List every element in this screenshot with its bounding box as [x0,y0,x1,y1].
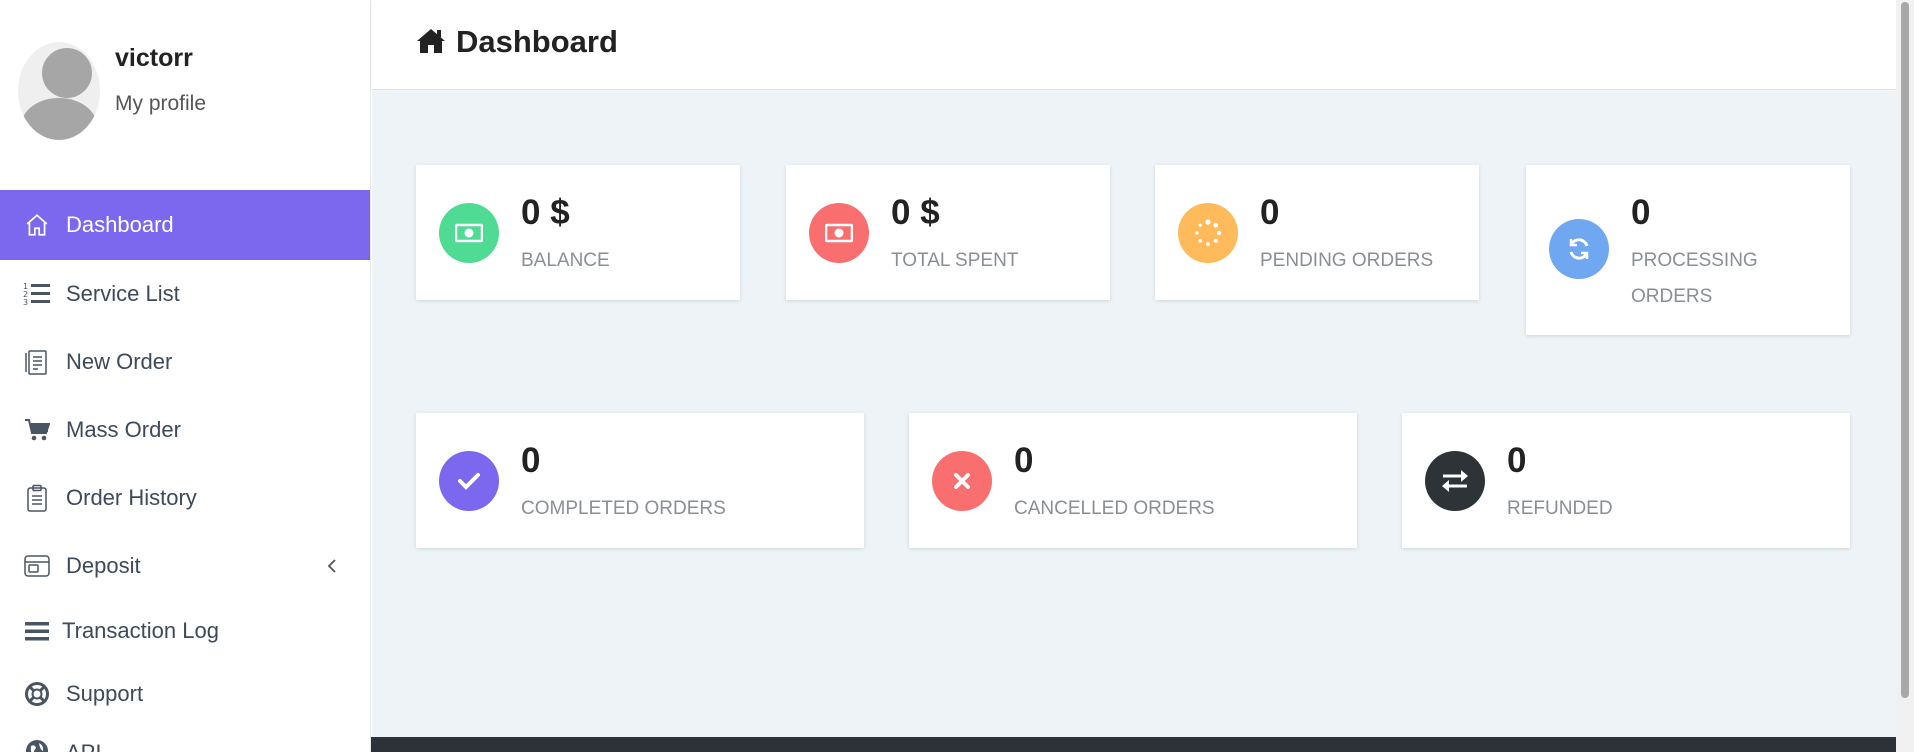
stat-value: 0 [1014,441,1034,480]
scrollbar-thumb[interactable] [1901,2,1909,698]
chevron-left-icon[interactable] [323,556,343,576]
sidebar-item-label: Order History [66,485,197,510]
refresh-icon [1549,219,1609,279]
sidebar-item-mass-order[interactable]: Mass Order [0,396,370,464]
sidebar: victorr My profile Dashboard 123 Service… [0,0,371,752]
stat-label: REFUNDED [1507,498,1613,519]
numbered-list-icon: 123 [22,279,52,309]
stat-card-balance: 0 $ BALANCE [416,165,740,300]
stat-card-pending-orders: 0 PENDING ORDERS [1155,165,1479,300]
avatar[interactable] [18,42,100,140]
page-scrollbar[interactable] [1896,0,1914,752]
lifebuoy-icon [22,679,52,709]
sidebar-item-label: Service List [66,281,180,306]
times-icon [932,451,992,511]
stat-value: 0 [1507,441,1527,480]
stat-value: 0 $ [521,193,570,232]
money-bill-icon [439,203,499,263]
sidebar-item-new-order[interactable]: New Order [0,328,370,396]
stat-value: 0 [1260,193,1280,232]
stat-label: PROCESSING ORDERS [1631,250,1758,307]
sidebar-item-order-history[interactable]: Order History [0,464,370,532]
sidebar-item-api[interactable]: API [0,726,370,752]
main-content: 0 $ BALANCE 0 $ TOTAL SPENT 0 PENDING OR… [372,91,1896,737]
stat-card-total-spent: 0 $ TOTAL SPENT [786,165,1110,300]
sidebar-item-label: Transaction Log [62,618,219,643]
sidebar-item-support[interactable]: Support [0,662,370,726]
sidebar-item-service-list[interactable]: 123 Service List [0,260,370,328]
stat-label: COMPLETED ORDERS [521,498,726,519]
check-icon [439,451,499,511]
stat-card-processing-orders: 0 PROCESSING ORDERS [1526,165,1850,335]
page-title-text: Dashboard [456,24,618,59]
money-bill-icon [809,203,869,263]
stat-value: 0 [521,441,541,480]
sidebar-item-label: API [66,740,101,752]
stat-label: BALANCE [521,250,610,271]
clipboard-icon [22,483,52,513]
sidebar-item-label: Dashboard [66,212,174,237]
svg-text:3: 3 [23,298,28,307]
page-header: Dashboard [372,0,1896,90]
stat-value: 0 $ [891,193,940,232]
stat-card-cancelled-orders: 0 CANCELLED ORDERS [909,413,1357,548]
sidebar-item-label: New Order [66,349,173,374]
stat-card-refunded: 0 REFUNDED [1402,413,1850,548]
cart-icon [22,415,52,445]
sidebar-item-dashboard[interactable]: Dashboard [0,190,370,260]
footer-bar [371,737,1896,752]
globe-icon [22,736,52,752]
sidebar-item-transaction-log[interactable]: Transaction Log [0,600,370,662]
sidebar-item-label: Deposit [66,553,141,578]
sidebar-item-label: Mass Order [66,417,181,442]
username: victorr [115,44,193,72]
sidebar-nav: Dashboard 123 Service List New Order Mas… [0,190,370,752]
profile-section: victorr My profile [0,0,370,190]
my-profile-link[interactable]: My profile [115,92,206,116]
exchange-icon [1425,451,1485,511]
home-outline-icon [22,210,52,240]
sidebar-item-label: Support [66,681,144,706]
page-title: Dashboard [416,24,618,60]
stat-label: CANCELLED ORDERS [1014,498,1215,519]
wallet-icon [22,551,52,581]
bars-icon [22,616,52,646]
home-icon [416,27,446,57]
stat-label: PENDING ORDERS [1260,250,1434,271]
stat-card-completed-orders: 0 COMPLETED ORDERS [416,413,864,548]
stat-value: 0 [1631,193,1651,232]
receipt-icon [22,347,52,377]
sidebar-item-deposit[interactable]: Deposit [0,532,370,600]
spinner-icon [1178,203,1238,263]
stat-label: TOTAL SPENT [891,250,1019,271]
